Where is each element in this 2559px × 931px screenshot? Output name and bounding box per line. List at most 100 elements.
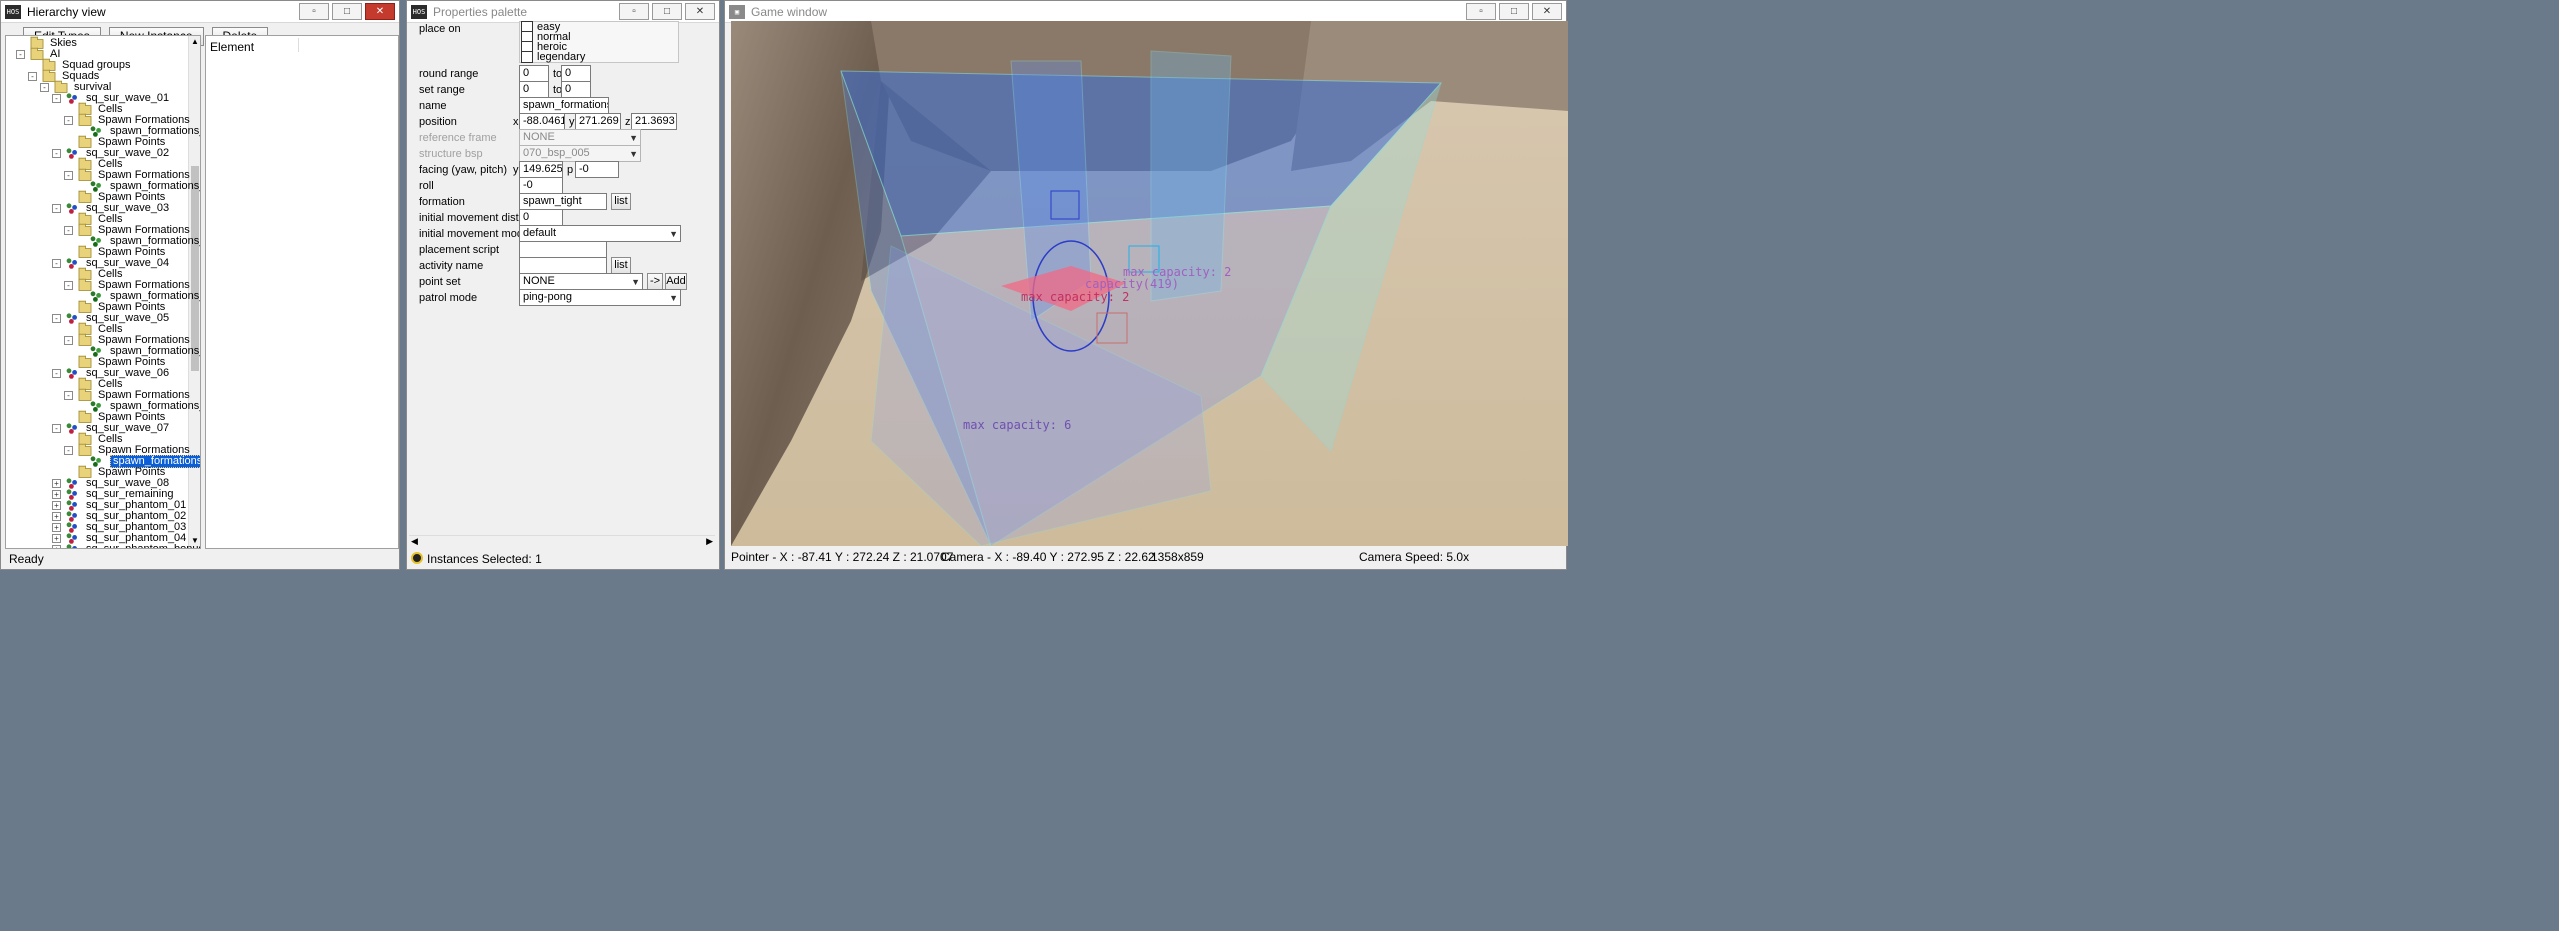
facing-pitch-field[interactable]: -0	[575, 161, 619, 178]
activity-list-button[interactable]: list	[611, 257, 631, 274]
roll-field[interactable]: -0	[519, 177, 563, 194]
collapse-icon[interactable]: -	[28, 72, 37, 81]
position-z-field[interactable]: 21.3693	[631, 113, 677, 130]
tree-scroll-thumb[interactable]	[191, 166, 199, 371]
reference-frame-label: reference frame	[419, 132, 497, 144]
placement-script-label: placement script	[419, 244, 500, 256]
expand-icon[interactable]: +	[52, 534, 61, 543]
collapse-icon[interactable]: -	[64, 226, 73, 235]
folder-icon	[78, 168, 92, 181]
expand-icon[interactable]: +	[52, 479, 61, 488]
activity-name-label: activity name	[419, 260, 484, 272]
squad-icon	[66, 257, 80, 269]
minimize-icon[interactable]: ▫	[1466, 3, 1496, 20]
point-set-select[interactable]: NONE ▼	[519, 273, 643, 290]
round-range-label: round range	[419, 68, 479, 80]
chevron-down-icon: ▼	[631, 277, 640, 287]
tree-row[interactable]: + sq_sur_phantom_bonus	[52, 544, 200, 548]
position-y-field[interactable]: 271.269	[575, 113, 621, 130]
set-range-to-field[interactable]: 0	[561, 81, 591, 98]
expand-icon[interactable]: +	[52, 545, 61, 548]
capacity-419-label: capacity(419)	[1085, 277, 1179, 291]
properties-titlebar[interactable]: HOS Properties palette ▫ □ ✕	[407, 1, 719, 23]
collapse-icon[interactable]: -	[52, 369, 61, 378]
game-title: Game window	[751, 4, 828, 19]
properties-status: Instances Selected: 1	[427, 552, 542, 566]
reference-frame-value: NONE	[523, 131, 555, 143]
initial-movement-mode-select[interactable]: default ▼	[519, 225, 681, 242]
point-set-arrow-button[interactable]: ->	[647, 273, 663, 290]
collapse-icon[interactable]: -	[52, 314, 61, 323]
patrol-mode-select[interactable]: ping-pong ▼	[519, 289, 681, 306]
collapse-icon[interactable]: -	[16, 50, 25, 59]
position-x-label: x	[513, 116, 519, 128]
game-window: ▣ Game window ▫ □ ✕ max capacity: 2 capa…	[724, 0, 1568, 570]
squad-icon	[66, 147, 80, 159]
collapse-icon[interactable]: -	[52, 204, 61, 213]
collapse-icon[interactable]: -	[64, 281, 73, 290]
expand-icon[interactable]: +	[52, 490, 61, 499]
hierarchy-status: Ready	[9, 552, 44, 566]
hierarchy-tree[interactable]: ▲ ▼ Skies - AI Squad groups - Squads - survival…	[5, 35, 201, 549]
squad-icon	[66, 510, 80, 522]
tree-row[interactable]: Skies	[16, 36, 77, 49]
minimize-icon[interactable]: ▫	[619, 3, 649, 20]
folder-icon	[78, 245, 92, 258]
properties-hscrollbar[interactable]: ◀ ▶	[409, 535, 715, 547]
point-set-label: point set	[419, 276, 461, 288]
collapse-icon[interactable]: -	[64, 116, 73, 125]
placement-script-field[interactable]	[519, 241, 607, 258]
close-icon[interactable]: ✕	[365, 3, 395, 20]
tree-row[interactable]: - AI	[16, 47, 60, 60]
round-range-from-field[interactable]: 0	[519, 65, 549, 82]
app-icon: HOS	[5, 4, 21, 19]
close-icon[interactable]: ✕	[1532, 3, 1562, 20]
expand-icon[interactable]: +	[52, 523, 61, 532]
activity-name-field[interactable]	[519, 257, 607, 274]
collapse-icon[interactable]: -	[52, 259, 61, 268]
close-icon[interactable]: ✕	[685, 3, 715, 20]
scroll-left-icon[interactable]: ◀	[411, 536, 418, 547]
checkbox-legendary[interactable]: legendary	[521, 51, 585, 63]
position-x-field[interactable]: -88.0461	[519, 113, 565, 130]
folder-icon	[78, 333, 92, 346]
formation-field[interactable]: spawn_tight	[519, 193, 607, 210]
facing-y-label: y	[513, 164, 519, 176]
element-header: Element	[210, 40, 255, 54]
scroll-right-icon[interactable]: ▶	[706, 536, 713, 547]
element-header-divider	[298, 38, 299, 52]
collapse-icon[interactable]: -	[40, 83, 49, 92]
collapse-icon[interactable]: -	[52, 149, 61, 158]
folder-icon	[78, 113, 92, 126]
expand-icon[interactable]: +	[52, 512, 61, 521]
collapse-icon[interactable]: -	[52, 94, 61, 103]
scroll-up-icon[interactable]: ▲	[191, 37, 199, 46]
expand-icon[interactable]: +	[52, 501, 61, 510]
set-range-from-field[interactable]: 0	[519, 81, 549, 98]
chevron-down-icon: ▼	[669, 229, 678, 239]
facing-yaw-field[interactable]: 149.625	[519, 161, 563, 178]
maximize-icon[interactable]: □	[332, 3, 362, 20]
hierarchy-titlebar[interactable]: HOS Hierarchy view ▫ □ ✕	[1, 1, 399, 23]
collapse-icon[interactable]: -	[52, 424, 61, 433]
round-range-to-field[interactable]: 0	[561, 65, 591, 82]
camera-readout: Camera - X : -89.40 Y : 272.95 Z : 22.62	[941, 550, 1155, 564]
point-set-add-button[interactable]: Add	[665, 273, 687, 290]
structure-bsp-select: 070_bsp_005 ▼	[519, 145, 641, 162]
folder-icon	[78, 355, 92, 368]
minimize-icon[interactable]: ▫	[299, 3, 329, 20]
name-field[interactable]: spawn_formations_0	[519, 97, 609, 114]
maximize-icon[interactable]: □	[1499, 3, 1529, 20]
squad-icon	[66, 312, 80, 324]
facing-label: facing (yaw, pitch)	[419, 164, 508, 176]
collapse-icon[interactable]: -	[64, 336, 73, 345]
maximize-icon[interactable]: □	[652, 3, 682, 20]
squad-icon	[66, 532, 80, 544]
collapse-icon[interactable]: -	[64, 171, 73, 180]
game-titlebar[interactable]: ▣ Game window ▫ □ ✕	[725, 1, 1566, 23]
collapse-icon[interactable]: -	[64, 391, 73, 400]
initial-movement-distance-field[interactable]: 0	[519, 209, 563, 226]
initial-movement-mode-label: initial movement mode	[419, 228, 530, 240]
collapse-icon[interactable]: -	[64, 446, 73, 455]
formation-list-button[interactable]: list	[611, 193, 631, 210]
